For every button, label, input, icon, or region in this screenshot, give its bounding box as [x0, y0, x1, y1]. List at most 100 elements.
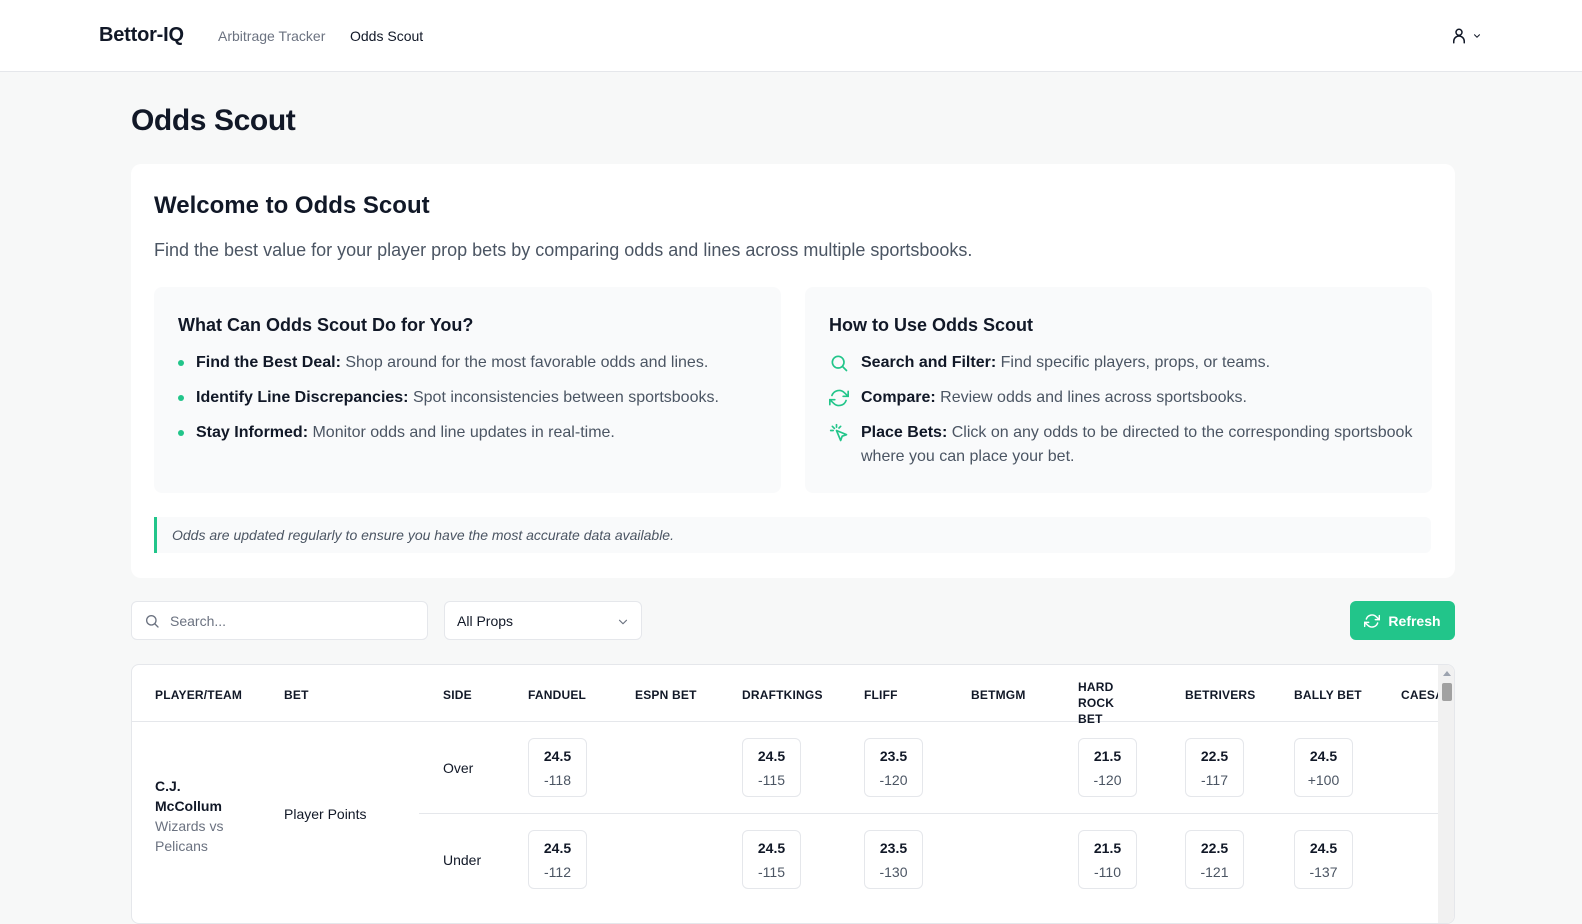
top-navigation: Bettor-IQ Arbitrage Tracker Odds Scout — [0, 0, 1582, 72]
odds-cell-bally-bet-under[interactable]: 24.5 -137 — [1294, 830, 1353, 889]
odds-cell-fliff-over[interactable]: 23.5 -120 — [864, 738, 923, 797]
odds-cell-fanduel-under[interactable]: 24.5 -112 — [528, 830, 587, 889]
odds-price: -112 — [544, 864, 571, 880]
column-header-betmgm: BETMGM — [971, 688, 1026, 702]
odds-price: -115 — [758, 864, 785, 880]
feature-item: Find the Best Deal: Shop around for the … — [178, 351, 768, 375]
howto-item: Place Bets: Click on any odds to be dire… — [829, 421, 1419, 469]
odds-table: PLAYER/TEAM BET SIDE FANDUEL ESPN BET DR… — [131, 664, 1455, 924]
odds-line: 24.5 — [543, 748, 572, 764]
player-game: Wizards vs Pelicans — [155, 818, 224, 854]
odds-price: -117 — [1201, 772, 1228, 788]
feature-text: Shop around for the most favorable odds … — [345, 354, 709, 371]
side-over: Over — [443, 760, 474, 776]
feature-label: Identify Line Discrepancies: — [196, 389, 409, 406]
odds-price: -137 — [1309, 864, 1338, 880]
prop-filter-value: All Props — [457, 613, 514, 629]
search-icon — [146, 615, 159, 628]
odds-line: 24.5 — [1309, 840, 1338, 856]
features-title: What Can Odds Scout Do for You? — [178, 315, 474, 335]
prop-filter-select[interactable]: All Props — [444, 601, 642, 640]
howto-label: Search and Filter: — [861, 354, 997, 371]
odds-price: -120 — [1093, 772, 1122, 788]
nav-link-odds-scout[interactable]: Odds Scout — [350, 28, 423, 44]
howto-item: Search and Filter: Find specific players… — [829, 351, 1419, 375]
refresh-icon — [829, 389, 849, 407]
odds-cell-draftkings-over[interactable]: 24.5 -115 — [742, 738, 801, 797]
odds-price: -130 — [879, 864, 908, 880]
search-icon — [831, 355, 848, 372]
odds-line: 23.5 — [879, 840, 908, 856]
odds-cell-betrivers-over[interactable]: 22.5 -117 — [1185, 738, 1244, 797]
odds-price: -115 — [758, 772, 785, 788]
welcome-title: Welcome to Odds Scout — [154, 192, 430, 219]
search-input[interactable] — [170, 611, 410, 631]
odds-cell-fanduel-over[interactable]: 24.5 -118 — [528, 738, 587, 797]
odds-price: -110 — [1094, 864, 1121, 880]
feature-text: Spot inconsistencies between sportsbooks… — [412, 389, 719, 406]
search-field[interactable] — [131, 601, 428, 640]
feature-item: Stay Informed: Monitor odds and line upd… — [178, 421, 768, 445]
column-header-draftkings: DRAFTKINGS — [742, 688, 823, 702]
cursor-click-icon — [829, 423, 848, 442]
bullet-dot-icon — [178, 430, 184, 436]
user-menu-button[interactable] — [1450, 24, 1490, 48]
refresh-label: Refresh — [1388, 612, 1441, 629]
odds-price: -118 — [544, 772, 571, 788]
odds-cell-hard-rock-bet-over[interactable]: 21.5 -120 — [1078, 738, 1137, 797]
column-header-player-team: PLAYER/TEAM — [155, 688, 243, 702]
odds-cell-bally-bet-over[interactable]: 24.5 +100 — [1294, 738, 1353, 797]
features-box: What Can Odds Scout Do for You? Find the… — [154, 287, 781, 493]
table-header: PLAYER/TEAM BET SIDE FANDUEL ESPN BET DR… — [132, 665, 1444, 726]
feature-label: Stay Informed: — [196, 424, 309, 441]
odds-line: 24.5 — [757, 840, 786, 856]
feature-text: Monitor odds and line updates in real-ti… — [312, 424, 615, 441]
feature-item: Identify Line Discrepancies: Spot incons… — [178, 386, 768, 410]
howto-text: Find specific players, props, or teams. — [1000, 354, 1271, 371]
update-note: Odds are updated regularly to ensure you… — [154, 517, 1431, 553]
column-header-bet: BET — [284, 688, 309, 702]
scroll-up-arrow-icon[interactable] — [1443, 671, 1451, 676]
odds-price: -120 — [879, 772, 908, 788]
chevron-down-icon — [618, 619, 628, 625]
feature-label: Find the Best Deal: — [196, 354, 341, 371]
odds-line: 24.5 — [543, 840, 572, 856]
column-header-espn-bet: ESPN BET — [635, 688, 697, 702]
howto-list: Search and Filter: Find specific players… — [829, 351, 1419, 480]
scrollbar-thumb[interactable] — [1442, 683, 1452, 701]
nav-link-arbitrage-tracker[interactable]: Arbitrage Tracker — [218, 28, 325, 44]
player-name: C.J. McCollum — [155, 778, 222, 814]
odds-price: +100 — [1307, 772, 1340, 788]
odds-line: 24.5 — [757, 748, 786, 764]
odds-cell-draftkings-under[interactable]: 24.5 -115 — [742, 830, 801, 889]
odds-cell-hard-rock-bet-under[interactable]: 21.5 -110 — [1078, 830, 1137, 889]
row-divider — [419, 813, 1438, 814]
user-icon — [1453, 28, 1465, 44]
odds-cell-fliff-under[interactable]: 23.5 -130 — [864, 830, 923, 889]
column-header-bally-bet: BALLY BET — [1294, 688, 1362, 702]
update-note-text: Odds are updated regularly to ensure you… — [172, 527, 674, 543]
welcome-card: Welcome to Odds Scout Find the best valu… — [131, 164, 1455, 578]
features-list: Find the Best Deal: Shop around for the … — [178, 351, 768, 456]
odds-line: 22.5 — [1200, 840, 1229, 856]
odds-line: 23.5 — [879, 748, 908, 764]
howto-item: Compare: Review odds and lines across sp… — [829, 386, 1419, 410]
howto-box: How to Use Odds Scout Search and Filter:… — [805, 287, 1432, 493]
column-header-fliff: FLIFF — [864, 688, 898, 702]
chevron-down-icon — [1473, 34, 1481, 38]
side-under: Under — [443, 852, 482, 868]
odds-price: -121 — [1200, 864, 1229, 880]
table-scrollbar[interactable] — [1438, 665, 1454, 923]
column-header-betrivers: BETRIVERS — [1185, 688, 1256, 702]
bet-type: Player Points — [284, 806, 367, 822]
column-header-side: SIDE — [443, 688, 472, 702]
odds-line: 21.5 — [1093, 840, 1122, 856]
odds-line: 22.5 — [1200, 748, 1229, 764]
brand-logo[interactable]: Bettor-IQ — [99, 24, 184, 47]
howto-label: Place Bets: — [861, 424, 948, 441]
odds-cell-betrivers-under[interactable]: 22.5 -121 — [1185, 830, 1244, 889]
refresh-icon — [1364, 613, 1381, 628]
refresh-button[interactable]: Refresh — [1350, 601, 1455, 640]
howto-label: Compare: — [861, 389, 936, 406]
howto-title: How to Use Odds Scout — [829, 315, 1034, 335]
